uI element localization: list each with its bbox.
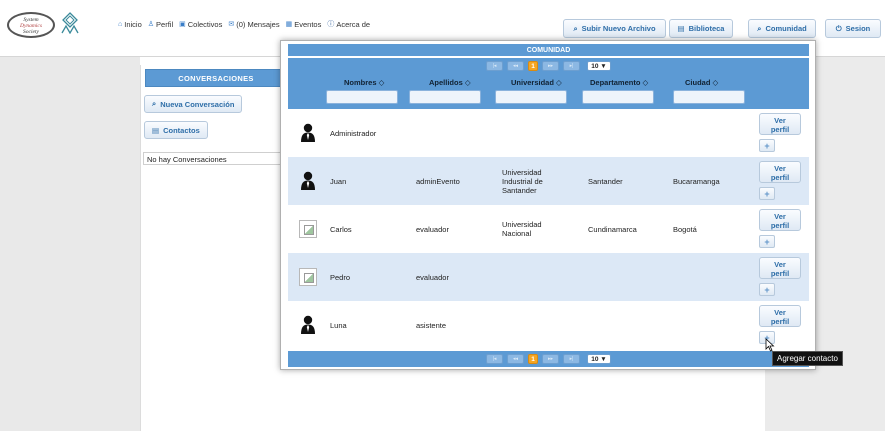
filter-apellidos-input[interactable]	[409, 90, 481, 104]
cell-apellido: evaluador	[416, 225, 449, 234]
info-icon: ⓘ	[327, 21, 335, 28]
table-row: Administrador Ver perfil +	[288, 109, 809, 157]
filter-departamento-input[interactable]	[582, 90, 654, 104]
tooltip: Agregar contacto	[772, 351, 843, 366]
user-avatar-icon	[300, 123, 316, 142]
new-conversation-button[interactable]: ⌕ Nueva Conversación	[144, 95, 243, 113]
column-universidad[interactable]: Universidad ◇	[511, 78, 562, 87]
broken-image-icon	[299, 220, 317, 238]
cell-departamento: Santander	[588, 177, 623, 186]
chat-icon: ⌕	[757, 23, 762, 33]
current-page[interactable]: 1	[528, 61, 538, 71]
page-size-select[interactable]: 10 ▼	[587, 61, 611, 71]
user-avatar-icon	[300, 315, 316, 334]
cell-nombre: Pedro	[330, 273, 351, 282]
nav-acerca-de[interactable]: ⓘ Acerca de	[327, 19, 370, 29]
pager-top: |◂ ◂◂ 1 ▸▸ ▸| 10 ▼	[288, 58, 809, 74]
column-ciudad[interactable]: Ciudad ◇	[685, 78, 718, 87]
cell-universidad: Universidad Industrial de Santander	[502, 168, 543, 195]
nav-eventos[interactable]: ▦ Eventos	[286, 19, 322, 29]
add-contact-button[interactable]: +	[759, 187, 775, 200]
conversations-panel: CONVERSACIONES ⌕ Nueva Conversación ▤ Cont…	[140, 65, 293, 431]
cell-ciudad: Bogotá	[673, 225, 697, 234]
column-apellidos[interactable]: Apellidos ◇	[429, 78, 471, 87]
view-profile-button[interactable]: Ver perfil	[759, 209, 801, 231]
add-contact-button[interactable]: +	[759, 283, 775, 296]
conversations-header: CONVERSACIONES	[145, 69, 287, 87]
cell-apellido: asistente	[416, 321, 447, 330]
next-page-button[interactable]: ▸▸	[542, 354, 559, 364]
first-page-button[interactable]: |◂	[486, 61, 503, 71]
cell-apellido: evaluador	[416, 273, 449, 282]
contacts-icon: ▤	[152, 125, 160, 135]
view-profile-button[interactable]: Ver perfil	[759, 305, 801, 327]
table-header: Nombres ◇ Apellidos ◇ Universidad ◇ Depa…	[288, 73, 809, 109]
filter-universidad-input[interactable]	[495, 90, 567, 104]
contacts-button[interactable]: ▤ Contactos	[144, 121, 208, 139]
user-avatar-icon	[300, 171, 316, 190]
nav-mensajes[interactable]: ✉ (0) Mensajes	[228, 19, 279, 29]
cell-nombre: Carlos	[330, 225, 352, 234]
view-profile-button[interactable]: Ver perfil	[759, 113, 801, 135]
mouse-cursor-icon	[765, 338, 775, 352]
nav-label: (0) Mensajes	[236, 19, 280, 29]
dialog-title: COMUNIDAD	[288, 44, 809, 56]
cell-nombre: Juan	[330, 177, 347, 186]
power-icon: ⏻	[835, 23, 842, 33]
filter-ciudad-input[interactable]	[673, 90, 745, 104]
add-contact-button[interactable]: +	[759, 235, 775, 248]
upload-icon: ⌕	[573, 23, 578, 33]
nav-perfil[interactable]: ♙ Perfil	[148, 19, 173, 29]
nav-label: Colectivos	[187, 19, 223, 29]
community-dialog: COMUNIDAD |◂ ◂◂ 1 ▸▸ ▸| 10 ▼ Nombres ◇ A…	[280, 40, 816, 370]
logo-mark-icon	[61, 12, 79, 34]
cell-universidad: Universidad Nacional	[502, 220, 542, 238]
table-row: Pedro evaluador Ver perfil +	[288, 253, 809, 301]
nav-label: Perfil	[156, 19, 174, 29]
upload-file-button[interactable]: ⌕ Subir Nuevo Archivo	[563, 19, 666, 38]
cell-nombre: Luna	[330, 321, 347, 330]
table-row: Juan adminEvento Universidad Industrial de…	[288, 157, 809, 205]
table-row: Luna asistente Ver perfil +	[288, 301, 809, 349]
next-page-button[interactable]: ▸▸	[542, 61, 559, 71]
cell-departamento: Cundinamarca	[588, 225, 637, 234]
view-profile-button[interactable]: Ver perfil	[759, 257, 801, 279]
session-button[interactable]: ⏻ Sesion	[825, 19, 881, 38]
nav-colectivos[interactable]: ▣ Colectivos	[179, 19, 222, 29]
nav-label: Eventos	[294, 19, 322, 29]
current-page[interactable]: 1	[528, 354, 538, 364]
home-icon: ⌂	[118, 20, 123, 28]
add-contact-button[interactable]: +	[759, 139, 775, 152]
nav-inicio[interactable]: ⌂ Inicio	[118, 19, 142, 29]
cell-nombre: Administrador	[330, 129, 377, 138]
filter-nombres-input[interactable]	[326, 90, 398, 104]
group-icon: ▣	[179, 21, 186, 28]
nav-label: Acerca de	[336, 19, 371, 29]
prev-page-button[interactable]: ◂◂	[507, 61, 524, 71]
view-profile-button[interactable]: Ver perfil	[759, 161, 801, 183]
community-button[interactable]: ⌕ Comunidad	[748, 19, 816, 38]
chat-icon: ⌕	[152, 99, 157, 108]
broken-image-icon	[299, 268, 317, 286]
nav-label: Inicio	[124, 19, 142, 29]
last-page-button[interactable]: ▸|	[563, 61, 580, 71]
book-icon: ▤	[677, 24, 685, 33]
table-row: Carlos evaluador Universidad Nacional Cundi…	[288, 205, 809, 253]
prev-page-button[interactable]: ◂◂	[507, 354, 524, 364]
pager-bottom: |◂ ◂◂ 1 ▸▸ ▸| 10 ▼	[288, 351, 809, 367]
site-logo[interactable]: System Dynamics Society	[7, 12, 55, 38]
calendar-icon: ▦	[285, 21, 293, 28]
column-nombres[interactable]: Nombres ◇	[344, 78, 384, 87]
cell-ciudad: Bucaramanga	[673, 177, 720, 186]
cell-apellido: adminEvento	[416, 177, 460, 186]
conversations-list: No hay Conversaciones	[143, 152, 293, 165]
page-size-select[interactable]: 10 ▼	[587, 354, 611, 364]
last-page-button[interactable]: ▸|	[563, 354, 580, 364]
library-button[interactable]: ▤ Biblioteca	[669, 19, 733, 38]
main-nav: ⌂ Inicio ♙ Perfil ▣ Colectivos ✉ (0) Mensajes ▦ E…	[118, 19, 370, 29]
first-page-button[interactable]: |◂	[486, 354, 503, 364]
user-icon: ♙	[147, 21, 155, 28]
mail-icon: ✉	[228, 21, 235, 28]
column-departamento[interactable]: Departamento ◇	[590, 78, 648, 87]
